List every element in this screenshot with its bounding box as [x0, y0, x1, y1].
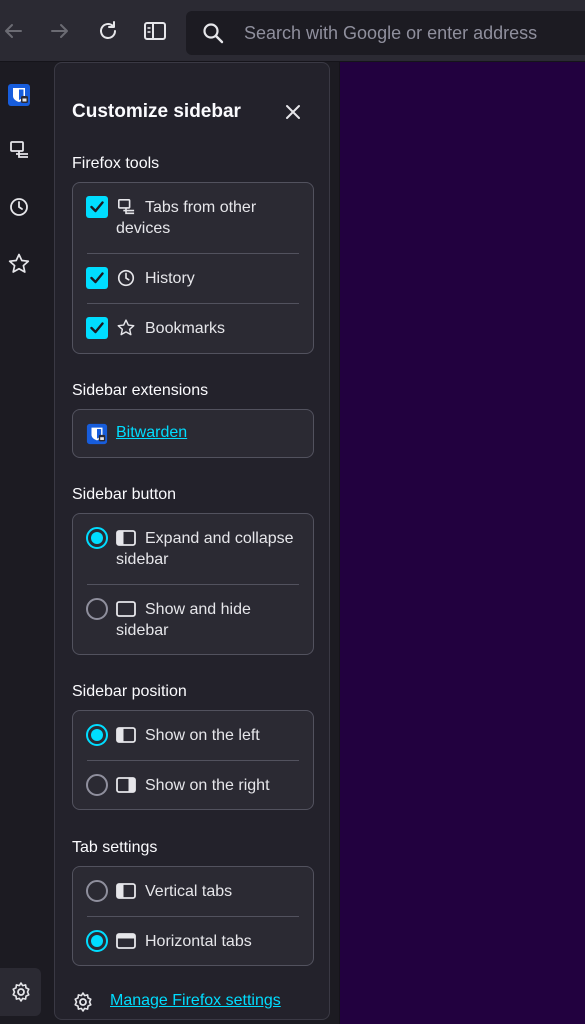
- bitwarden-extension-link[interactable]: Bitwarden: [116, 424, 187, 442]
- bookmarks-label: Bookmarks: [145, 320, 226, 337]
- address-input[interactable]: [244, 11, 584, 55]
- position-left-label: Show on the left: [145, 727, 260, 744]
- forward-icon: [51, 24, 68, 38]
- tool-option-bookmarks[interactable]: Bookmarks: [73, 304, 313, 354]
- expand-collapse-label: Expand and collapse sidebar: [116, 530, 294, 568]
- search-icon: [203, 23, 224, 44]
- horizontal-tabs-label: Horizontal tabs: [145, 933, 252, 950]
- gear-icon: [74, 992, 92, 1012]
- launcher-synced-tabs-button[interactable]: [4, 135, 34, 165]
- option-show-hide[interactable]: Show and hide sidebar: [73, 585, 313, 655]
- option-expand-collapse[interactable]: Expand and collapse sidebar: [73, 514, 313, 584]
- panel-title: Customize sidebar: [72, 101, 241, 122]
- position-right-radio[interactable]: [86, 774, 108, 796]
- history-checkbox[interactable]: [86, 267, 108, 289]
- firefox-tools-heading: Firefox tools: [72, 155, 160, 172]
- customize-sidebar-panel: Customize sidebar Firefox tools Tabs fro…: [54, 62, 330, 1020]
- sidebar-toggle-icon: [144, 22, 166, 40]
- bookmarks-checkbox[interactable]: [86, 317, 108, 339]
- tab-settings-heading: Tab settings: [72, 839, 158, 856]
- synced-tabs-label: Tabs from other devices: [116, 199, 257, 237]
- sidebar-extensions-heading: Sidebar extensions: [72, 382, 209, 399]
- position-right-label: Show on the right: [145, 777, 270, 794]
- history-label: History: [145, 270, 195, 287]
- sidebar-position-card: Show on the left Show on the right: [72, 710, 314, 810]
- synced-tabs-icon: [10, 141, 28, 158]
- reload-button[interactable]: [91, 14, 125, 48]
- gear-icon: [11, 982, 30, 1002]
- option-vertical-tabs[interactable]: Vertical tabs: [73, 867, 313, 916]
- option-horizontal-tabs[interactable]: Horizontal tabs: [73, 917, 313, 966]
- launcher-history-button[interactable]: [4, 192, 34, 222]
- checkmark-icon: [90, 201, 104, 213]
- history-icon: [10, 198, 28, 216]
- bookmarks-icon: [8, 253, 30, 273]
- position-left-radio[interactable]: [86, 724, 108, 746]
- show-hide-label: Show and hide sidebar: [116, 601, 251, 639]
- vertical-tabs-radio[interactable]: [86, 880, 108, 902]
- page-content[interactable]: [339, 62, 585, 1024]
- tool-option-history[interactable]: History: [73, 254, 313, 303]
- manage-firefox-settings-link[interactable]: Manage Firefox settings: [110, 992, 281, 1010]
- sidebar-launcher: [0, 62, 48, 1024]
- sidebar-button-heading: Sidebar button: [72, 486, 177, 503]
- checkmark-icon: [90, 322, 104, 334]
- expand-collapse-radio[interactable]: [86, 527, 108, 549]
- tool-option-synced-tabs[interactable]: Tabs from other devices: [73, 183, 313, 253]
- customize-sidebar-button[interactable]: [0, 968, 41, 1016]
- launcher-bitwarden-button[interactable]: [4, 80, 34, 110]
- close-icon: [286, 105, 300, 119]
- checkmark-icon: [90, 272, 104, 284]
- tab-settings-card: Vertical tabs Horizontal tabs: [72, 866, 314, 966]
- bitwarden-icon: [86, 423, 108, 445]
- forward-button[interactable]: [43, 14, 77, 48]
- back-button[interactable]: [0, 14, 30, 48]
- back-icon: [5, 24, 22, 38]
- show-hide-radio[interactable]: [86, 598, 108, 620]
- sidebar-button-card: Expand and collapse sidebar Show and hid…: [72, 513, 314, 655]
- option-position-left[interactable]: Show on the left: [73, 711, 313, 760]
- launcher-bookmarks-button[interactable]: [4, 249, 34, 279]
- horizontal-tabs-radio[interactable]: [86, 930, 108, 952]
- firefox-tools-card: Tabs from other devices History Bookmark…: [72, 182, 314, 354]
- option-position-right[interactable]: Show on the right: [73, 761, 313, 810]
- navigation-toolbar: [0, 0, 585, 62]
- close-button[interactable]: [279, 98, 307, 126]
- vertical-tabs-label: Vertical tabs: [145, 883, 233, 900]
- bitwarden-icon: [8, 84, 30, 106]
- sidebar-extensions-card: Bitwarden: [72, 409, 314, 458]
- address-bar[interactable]: [186, 11, 585, 55]
- synced-tabs-checkbox[interactable]: [86, 196, 108, 218]
- sidebar-toggle-button[interactable]: [138, 14, 172, 48]
- sidebar-position-heading: Sidebar position: [72, 683, 187, 700]
- reload-icon: [100, 21, 116, 39]
